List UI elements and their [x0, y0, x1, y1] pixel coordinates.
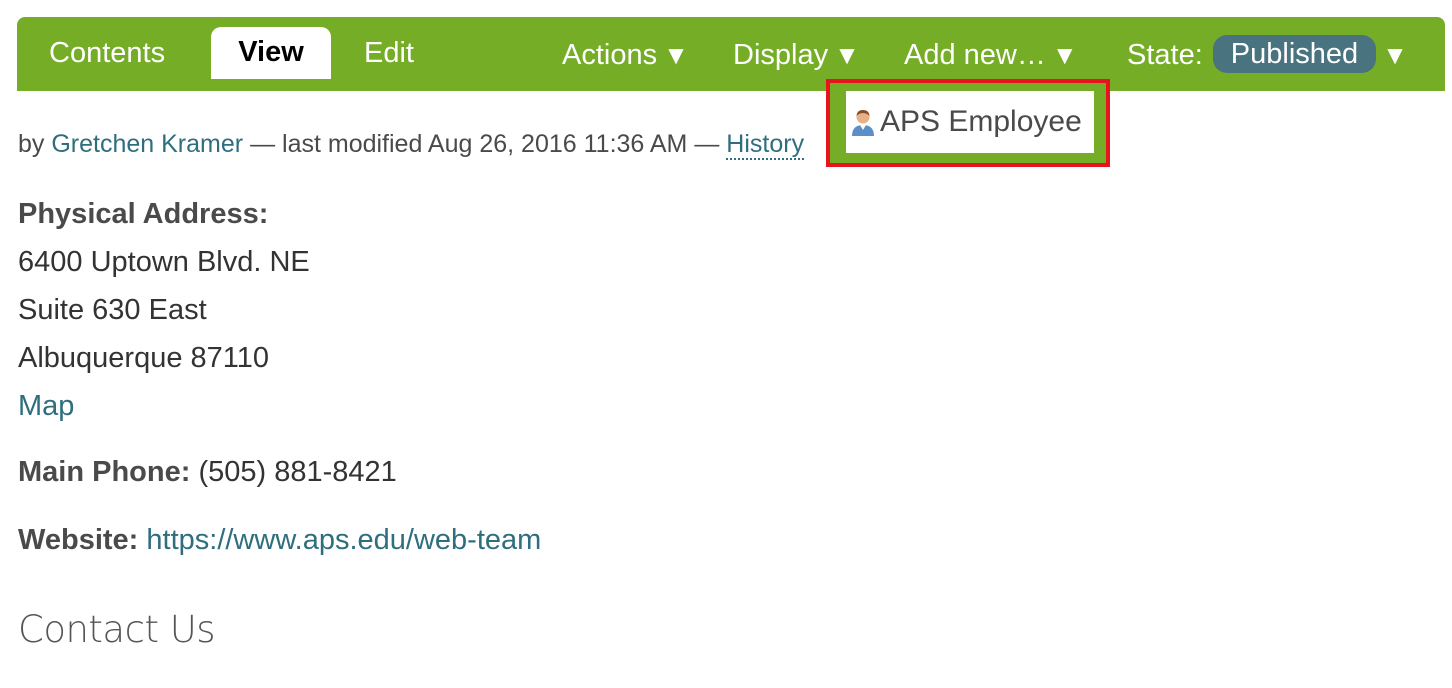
edit-toolbar: Contents View Edit Actions ▼ Display ▼ Add…: [17, 17, 1445, 91]
person-icon: [852, 110, 874, 136]
last-modified: last modified Aug 26, 2016 11:36 AM: [282, 130, 688, 158]
state-menu[interactable]: State: Published ▼: [1127, 35, 1408, 75]
main-phone-value: (505) 881-8421: [198, 456, 397, 488]
state-menu-label: State:: [1127, 39, 1203, 71]
document-byline: by Gretchen Kramer — last modified Aug 2…: [18, 130, 805, 160]
history-link[interactable]: History: [726, 130, 805, 160]
chevron-down-icon: ▼: [663, 40, 689, 70]
tab-edit[interactable]: Edit: [364, 35, 414, 95]
byline-separator: —: [694, 130, 720, 158]
address-line-3: Albuquerque 87110: [18, 342, 270, 374]
actions-menu[interactable]: Actions ▼: [562, 37, 689, 73]
website: Website: https://www.aps.edu/web-team: [18, 524, 541, 557]
dropdown-item-aps-employee[interactable]: APS Employee: [846, 91, 1094, 153]
add-new-dropdown: APS Employee: [826, 79, 1110, 167]
address-line-1: 6400 Uptown Blvd. NE: [18, 246, 310, 278]
display-menu-label: Display: [733, 39, 829, 71]
chevron-down-icon: ▼: [834, 40, 860, 70]
map-link[interactable]: Map: [18, 390, 74, 422]
chevron-down-icon: ▼: [1382, 40, 1408, 70]
state-badge: Published: [1212, 35, 1377, 74]
add-new-menu[interactable]: Add new… ▼: [904, 37, 1078, 73]
physical-address-label: Physical Address:: [18, 198, 269, 230]
address-line-2: Suite 630 East: [18, 294, 207, 326]
contact-details: Physical Address: 6400 Uptown Blvd. NE S…: [18, 196, 310, 436]
actions-menu-label: Actions: [562, 39, 658, 71]
website-link[interactable]: https://www.aps.edu/web-team: [146, 524, 541, 556]
chevron-down-icon: ▼: [1051, 40, 1078, 70]
tab-view[interactable]: View: [211, 27, 331, 79]
contact-us-heading: Contact Us: [18, 608, 216, 651]
tab-contents[interactable]: Contents: [49, 35, 165, 95]
byline-by: by: [18, 130, 45, 158]
website-label: Website:: [18, 524, 139, 556]
display-menu[interactable]: Display ▼: [733, 37, 860, 73]
byline-separator: —: [250, 130, 276, 158]
author-link[interactable]: Gretchen Kramer: [51, 130, 243, 158]
main-phone: Main Phone: (505) 881-8421: [18, 456, 397, 489]
add-new-menu-label: Add new…: [904, 39, 1046, 71]
dropdown-item-label: APS Employee: [880, 105, 1082, 138]
main-phone-label: Main Phone:: [18, 456, 191, 488]
